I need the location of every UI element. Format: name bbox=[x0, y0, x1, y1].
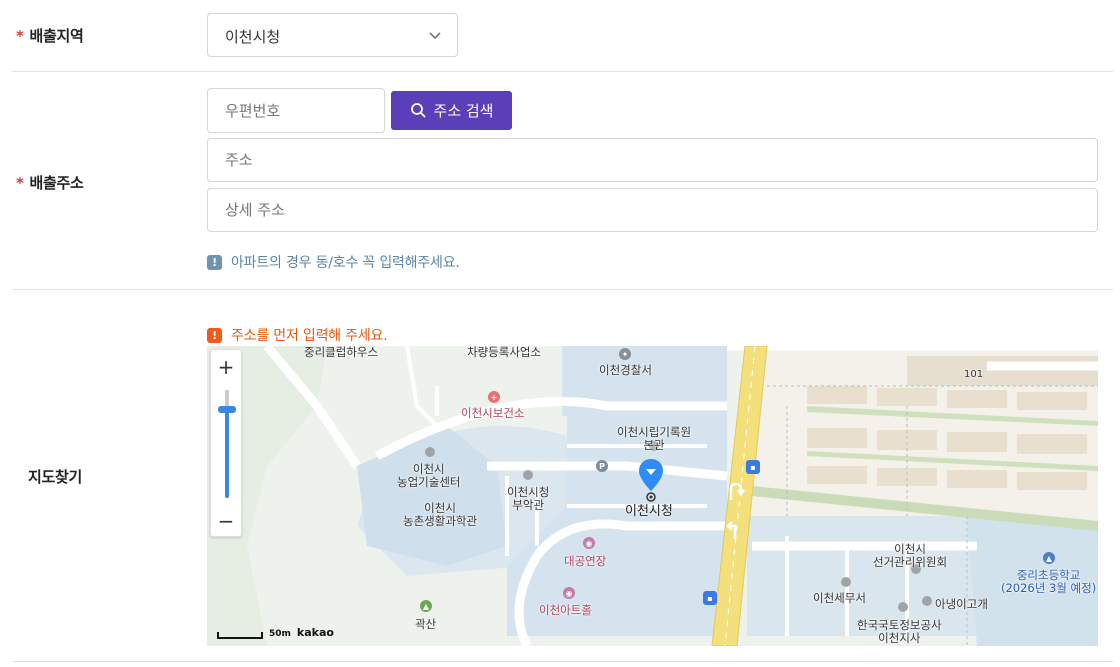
police-icon: ✦ bbox=[619, 348, 631, 360]
scale-bar: 50m kakao bbox=[217, 626, 334, 639]
apartment-notice: ! 아파트의 경우 동/호수 꼭 입력해주세요. bbox=[207, 252, 460, 272]
left-turn-icon bbox=[726, 521, 737, 539]
school-icon: ▲ bbox=[1043, 552, 1055, 564]
divider bbox=[12, 71, 1113, 72]
map-label-police: 이천경찰서 bbox=[599, 363, 652, 377]
divider bbox=[12, 661, 1113, 662]
detail-address-field[interactable] bbox=[207, 188, 1098, 232]
zoom-out-button[interactable]: − bbox=[211, 506, 241, 536]
map-label-mountain: 곽산 bbox=[415, 617, 437, 631]
building-icon bbox=[898, 602, 908, 612]
map-label-arthall: 이천아트홀 bbox=[539, 603, 592, 617]
region-select[interactable]: 이천시청 bbox=[207, 13, 458, 57]
map-label-anyang: 아냉이고개 bbox=[935, 597, 988, 611]
scale-label: 50m bbox=[269, 629, 291, 639]
building-icon bbox=[922, 596, 932, 606]
map-label-records: 이천시립기록원 본관 bbox=[617, 425, 692, 452]
location-marker-icon bbox=[639, 459, 663, 502]
bus-stop-icon: ▪ bbox=[703, 591, 717, 605]
search-icon bbox=[410, 103, 426, 118]
building-icon bbox=[841, 577, 851, 587]
required-mark: * bbox=[16, 27, 24, 45]
region-label: * 배출지역 bbox=[16, 27, 84, 45]
address-warning-text: 주소를 먼저 입력해 주세요. bbox=[231, 328, 388, 344]
mountain-icon: ▲ bbox=[420, 600, 432, 612]
warning-icon: ! bbox=[207, 327, 222, 343]
map-label-agri-center: 이천시 농업기술센터 bbox=[397, 462, 461, 489]
zipcode-field[interactable] bbox=[207, 88, 385, 133]
zoom-in-button[interactable]: + bbox=[211, 352, 241, 382]
address-search-button[interactable]: 주소 검색 bbox=[391, 91, 512, 130]
region-select-value: 이천시청 bbox=[225, 28, 281, 46]
map-label-annex: 이천시청 부악관 bbox=[507, 485, 550, 512]
zipcode-input[interactable] bbox=[208, 89, 384, 132]
divider bbox=[12, 289, 1113, 290]
map-label-rural-hall: 이천시 농촌생활과학관 bbox=[403, 501, 478, 528]
u-turn-icon bbox=[729, 482, 745, 500]
address-field[interactable] bbox=[207, 138, 1098, 182]
hospital-icon: + bbox=[488, 391, 500, 403]
theater-icon: ◉ bbox=[563, 587, 575, 599]
zoom-handle[interactable] bbox=[218, 406, 236, 413]
required-mark: * bbox=[16, 174, 24, 192]
zoom-control: + − bbox=[210, 349, 242, 537]
detail-address-input[interactable] bbox=[208, 189, 1097, 231]
address-warning: ! 주소를 먼저 입력해 주세요. bbox=[207, 325, 388, 345]
address-search-label: 주소 검색 bbox=[433, 102, 494, 120]
map-label-club: 중리클럽하우스 bbox=[304, 346, 379, 359]
map-label-cityhall: 이천시청 bbox=[625, 504, 673, 519]
map-label-theater: 대공연장 bbox=[564, 554, 607, 568]
map-label-road-no: 101 bbox=[964, 369, 984, 380]
chevron-down-icon bbox=[429, 32, 441, 40]
building-icon bbox=[425, 447, 435, 457]
map-label: 지도찾기 bbox=[28, 468, 83, 486]
bus-stop-icon: ▪ bbox=[746, 460, 760, 474]
building-icon bbox=[523, 470, 533, 480]
map-label-tax: 이천세무서 bbox=[813, 591, 866, 605]
info-icon: ! bbox=[207, 254, 222, 270]
address-input[interactable] bbox=[208, 139, 1097, 181]
map-label-health: 이천시보건소 bbox=[461, 406, 525, 420]
apartment-notice-text: 아파트의 경우 동/호수 꼭 입력해주세요. bbox=[231, 255, 460, 271]
scale-bar-line bbox=[217, 632, 263, 639]
map-label-school: 중리초등학교 (2026년 3월 예정) bbox=[1001, 568, 1097, 595]
map-label-election: 이천시 선거관리위원회 bbox=[873, 542, 948, 569]
kakao-logo: kakao bbox=[296, 626, 334, 639]
map-view[interactable]: ✦ + P ◉ ◉ ▲ ▲ ▪ ▪ 중리클럽하우스 차량등록사업소 이천경찰서 … bbox=[207, 346, 1098, 646]
theater-icon: ◉ bbox=[583, 537, 595, 549]
parking-icon: P bbox=[596, 460, 608, 472]
address-label: * 배출주소 bbox=[16, 174, 84, 192]
map-label-nia: 한국국토정보공사 이천지사 bbox=[857, 618, 942, 645]
map-label-vehicle: 차량등록사업소 bbox=[467, 346, 542, 359]
